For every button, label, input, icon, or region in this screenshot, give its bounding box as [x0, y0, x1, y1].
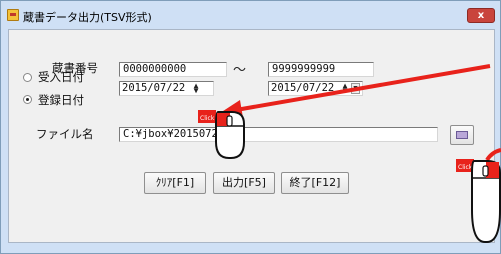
dialog-body: 蔵書番号 0000000000 ～ 9999999999 受入日付 登録日付 2…	[8, 29, 495, 243]
output-button[interactable]: 出力[F5]	[213, 172, 275, 194]
radio-registered-date[interactable]	[23, 95, 32, 104]
browse-button[interactable]	[450, 125, 474, 145]
export-dialog-window: 蔵書データ出力(TSV形式) x 蔵書番号 0000000000 ～ 99999…	[0, 0, 501, 254]
date-from-picker[interactable]: 2015/07/22 ▲ ▼	[119, 81, 214, 96]
exit-button[interactable]: 終了[F12]	[281, 172, 349, 194]
range-separator: ～	[233, 63, 247, 78]
file-name-label: ファイル名	[36, 127, 94, 141]
dropdown-arrow-icon[interactable]: ▼	[351, 83, 360, 94]
spin-updown-icon[interactable]: ▲ ▼	[340, 82, 350, 95]
date-to-picker[interactable]: 2015/07/22 ▲ ▼ ▼	[268, 81, 363, 96]
book-number-to-input[interactable]: 9999999999	[268, 62, 374, 77]
clear-button[interactable]: ｸﾘｱ[F1]	[144, 172, 206, 194]
date-from-value: 2015/07/22	[122, 82, 186, 94]
book-number-from-input[interactable]: 0000000000	[119, 62, 227, 77]
radio-received-date[interactable]	[23, 73, 32, 82]
file-path-input[interactable]: C:¥jbox¥2015072	[119, 127, 438, 142]
spin-updown-icon[interactable]: ▲ ▼	[191, 82, 201, 95]
window-title: 蔵書データ出力(TSV形式)	[23, 11, 152, 24]
app-icon	[7, 9, 19, 21]
close-button[interactable]: x	[467, 8, 495, 23]
title-bar: 蔵書データ出力(TSV形式) x	[1, 1, 501, 29]
date-to-value: 2015/07/22	[271, 82, 335, 94]
radio-received-date-label[interactable]: 受入日付	[38, 69, 84, 85]
radio-registered-date-label[interactable]: 登録日付	[38, 92, 84, 108]
folder-icon	[456, 131, 468, 139]
